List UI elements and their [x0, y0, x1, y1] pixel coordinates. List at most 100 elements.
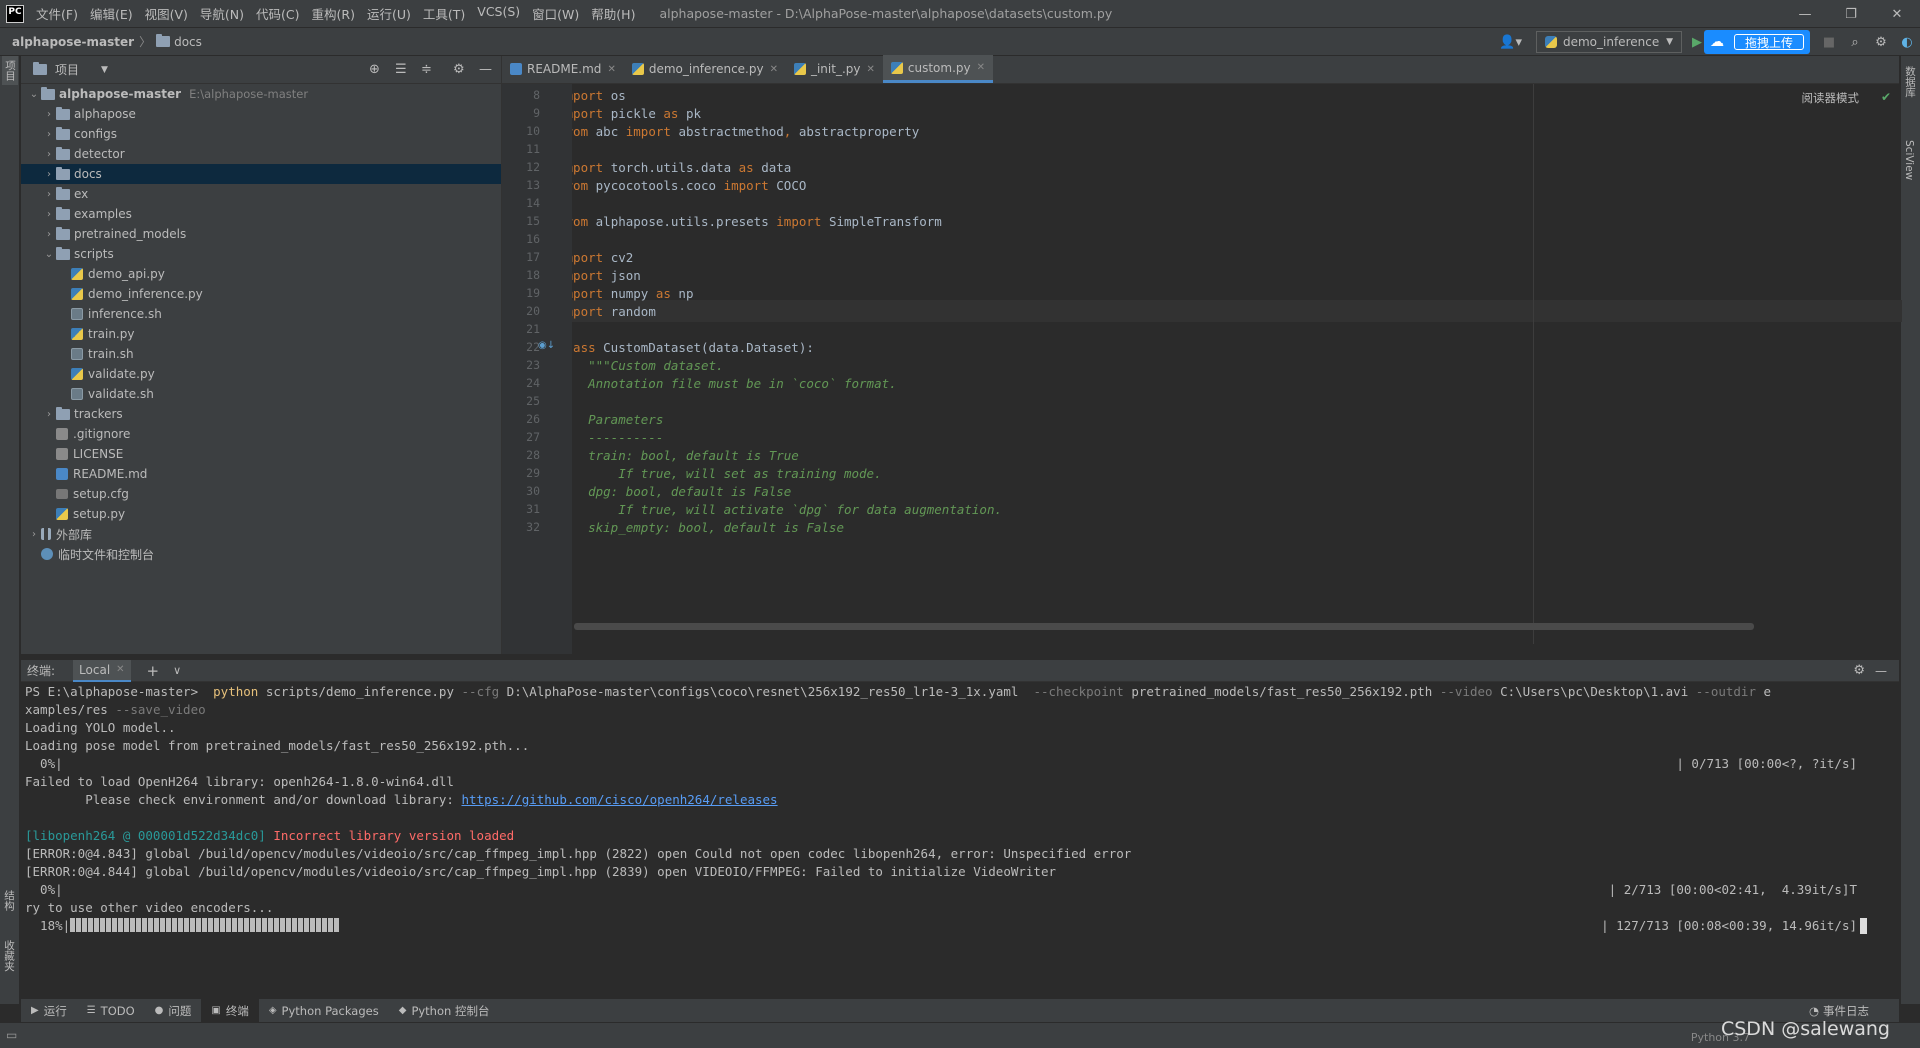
restore-icon[interactable]: ❐	[1828, 0, 1874, 28]
code-editor[interactable]: import osimport pickle as pkfrom abc imp…	[572, 84, 1872, 644]
chevron-icon[interactable]: ›	[42, 229, 56, 240]
chevron-icon[interactable]: ›	[27, 529, 41, 540]
menu-item[interactable]: 运行(U)	[361, 4, 417, 23]
tree-item-pretrained-models[interactable]: › pretrained_models	[21, 224, 501, 244]
terminal-tab-local[interactable]: Local ✕	[73, 659, 131, 682]
horizontal-scrollbar[interactable]	[574, 623, 1754, 630]
reader-mode-toggle[interactable]: 阅读器模式	[1802, 90, 1860, 106]
tree-item-alphapose[interactable]: › alphapose	[21, 104, 501, 124]
editor-tab[interactable]: custom.py ✕	[882, 55, 993, 83]
breadcrumb-folder[interactable]: docs	[156, 33, 202, 49]
menu-item[interactable]: 重构(R)	[306, 4, 361, 23]
chevron-icon[interactable]: ⌄	[42, 249, 56, 260]
tree-item-setup-cfg[interactable]: setup.cfg	[21, 484, 501, 504]
bottom-tab[interactable]: ◈ Python Packages	[259, 999, 389, 1023]
layout-icon[interactable]: ▭	[6, 1028, 17, 1042]
bottom-tab[interactable]: ● 问题	[145, 999, 202, 1023]
minimize-icon[interactable]: —	[1782, 0, 1828, 28]
gear-icon[interactable]: ⚙	[1853, 663, 1865, 678]
menu-item[interactable]: 帮助(H)	[585, 4, 641, 23]
tree-item-alphapose-master[interactable]: ⌄ alphapose-master E:\alphapose-master	[21, 84, 501, 104]
run-config-select[interactable]: demo_inference ▼	[1535, 31, 1682, 53]
run-icon[interactable]: ▶	[1692, 35, 1702, 50]
menu-item[interactable]: 导航(N)	[194, 4, 250, 23]
chevron-icon[interactable]: ⌄	[27, 89, 41, 100]
check-icon[interactable]: ✔	[1881, 90, 1891, 104]
editor-tab[interactable]: README.md ✕	[502, 55, 624, 83]
bottom-tab[interactable]: ▣ 终端	[201, 998, 259, 1023]
bottom-tab[interactable]: ▶ 运行	[21, 999, 77, 1023]
bottom-tab[interactable]: ◆ Python 控制台	[389, 999, 500, 1023]
close-icon[interactable]: ✕	[977, 62, 985, 73]
database-side-tab[interactable]: 数据库	[1903, 62, 1918, 102]
tree-item-scripts[interactable]: ⌄ scripts	[21, 244, 501, 264]
chevron-icon[interactable]: ›	[42, 409, 56, 420]
favorites-side-tab[interactable]: 收藏夹	[2, 936, 17, 976]
upload-button[interactable]: 拖拽上传	[1733, 34, 1804, 50]
user-icon[interactable]: 👤▾	[1499, 35, 1522, 50]
tree-item-setup-py[interactable]: setup.py	[21, 504, 501, 524]
tree-item-train-sh[interactable]: train.sh	[21, 344, 501, 364]
collapse-all-icon[interactable]: ≑	[421, 62, 432, 77]
chevron-icon[interactable]: ›	[42, 129, 56, 140]
tree-item-readme-md[interactable]: README.md	[21, 464, 501, 484]
close-icon[interactable]: ✕	[116, 664, 124, 675]
terminal-text[interactable]: https://github.com/cisco/openh264/releas…	[462, 792, 778, 807]
menu-item[interactable]: VCS(S)	[471, 4, 526, 23]
tree-item-gitignore[interactable]: .gitignore	[21, 424, 501, 444]
structure-side-tab[interactable]: 结构	[2, 886, 17, 915]
editor-tab[interactable]: _init_.py ✕	[786, 55, 883, 83]
search-icon[interactable]: ⌕	[1842, 35, 1868, 50]
menu-item[interactable]: 文件(F)	[30, 4, 84, 23]
tree-item-demo-api-py[interactable]: demo_api.py	[21, 264, 501, 284]
menu-item[interactable]: 窗口(W)	[526, 4, 585, 23]
tree-item-configs[interactable]: › configs	[21, 124, 501, 144]
tree-item-[interactable]: 临时文件和控制台	[21, 544, 501, 564]
tree-item-validate-sh[interactable]: validate.sh	[21, 384, 501, 404]
tree-item-docs[interactable]: › docs	[21, 164, 501, 184]
stop-icon[interactable]: ■	[1816, 35, 1842, 50]
hide-icon[interactable]: —	[1875, 664, 1887, 678]
tree-item-ex[interactable]: › ex	[21, 184, 501, 204]
tree-item-license[interactable]: LICENSE	[21, 444, 501, 464]
menu-item[interactable]: 编辑(E)	[84, 4, 139, 23]
add-icon[interactable]: +	[147, 662, 160, 680]
code-line: """Custom dataset.	[572, 358, 723, 373]
gear-icon[interactable]: ⚙	[453, 62, 465, 77]
project-panel-title[interactable]: 项目	[55, 61, 79, 78]
chevron-down-icon[interactable]: ∨	[173, 664, 181, 677]
editor-tab[interactable]: demo_inference.py ✕	[624, 55, 786, 83]
chevron-icon[interactable]: ›	[42, 169, 56, 180]
close-icon[interactable]: ✕	[866, 64, 874, 75]
tree-item-detector[interactable]: › detector	[21, 144, 501, 164]
class-hierarchy-icon[interactable]: ◉↓	[538, 340, 555, 351]
chevron-icon[interactable]: ›	[42, 209, 56, 220]
chevron-down-icon[interactable]: ▼	[101, 65, 108, 75]
sciview-side-tab[interactable]: SciView	[1903, 136, 1915, 184]
tree-item-validate-py[interactable]: validate.py	[21, 364, 501, 384]
chevron-icon[interactable]: ›	[42, 109, 56, 120]
locate-icon[interactable]: ⊕	[369, 62, 380, 77]
gear-icon[interactable]: ⚙	[1868, 35, 1894, 50]
chevron-icon[interactable]: ›	[42, 189, 56, 200]
menu-item[interactable]: 工具(T)	[417, 4, 471, 23]
close-icon[interactable]: ✕	[770, 64, 778, 75]
breadcrumb-root[interactable]: alphapose-master	[12, 35, 134, 49]
tree-item-inference-sh[interactable]: inference.sh	[21, 304, 501, 324]
plugin-icon[interactable]: ◐	[1894, 35, 1920, 50]
tree-item-demo-inference-py[interactable]: demo_inference.py	[21, 284, 501, 304]
hide-icon[interactable]: —	[479, 62, 492, 77]
upload-widget[interactable]: ☁ 拖拽上传	[1703, 30, 1810, 54]
menu-item[interactable]: 代码(C)	[250, 4, 305, 23]
close-icon[interactable]: ✕	[1874, 0, 1920, 28]
bottom-tab[interactable]: ☰ TODO	[77, 999, 145, 1023]
tree-item-trackers[interactable]: › trackers	[21, 404, 501, 424]
project-side-tab[interactable]: 项目	[2, 56, 18, 85]
tree-item-[interactable]: › 外部库	[21, 524, 501, 544]
expand-all-icon[interactable]: ☰	[395, 62, 407, 77]
tree-item-examples[interactable]: › examples	[21, 204, 501, 224]
chevron-icon[interactable]: ›	[42, 149, 56, 160]
close-icon[interactable]: ✕	[607, 64, 615, 75]
menu-item[interactable]: 视图(V)	[139, 4, 194, 23]
tree-item-train-py[interactable]: train.py	[21, 324, 501, 344]
